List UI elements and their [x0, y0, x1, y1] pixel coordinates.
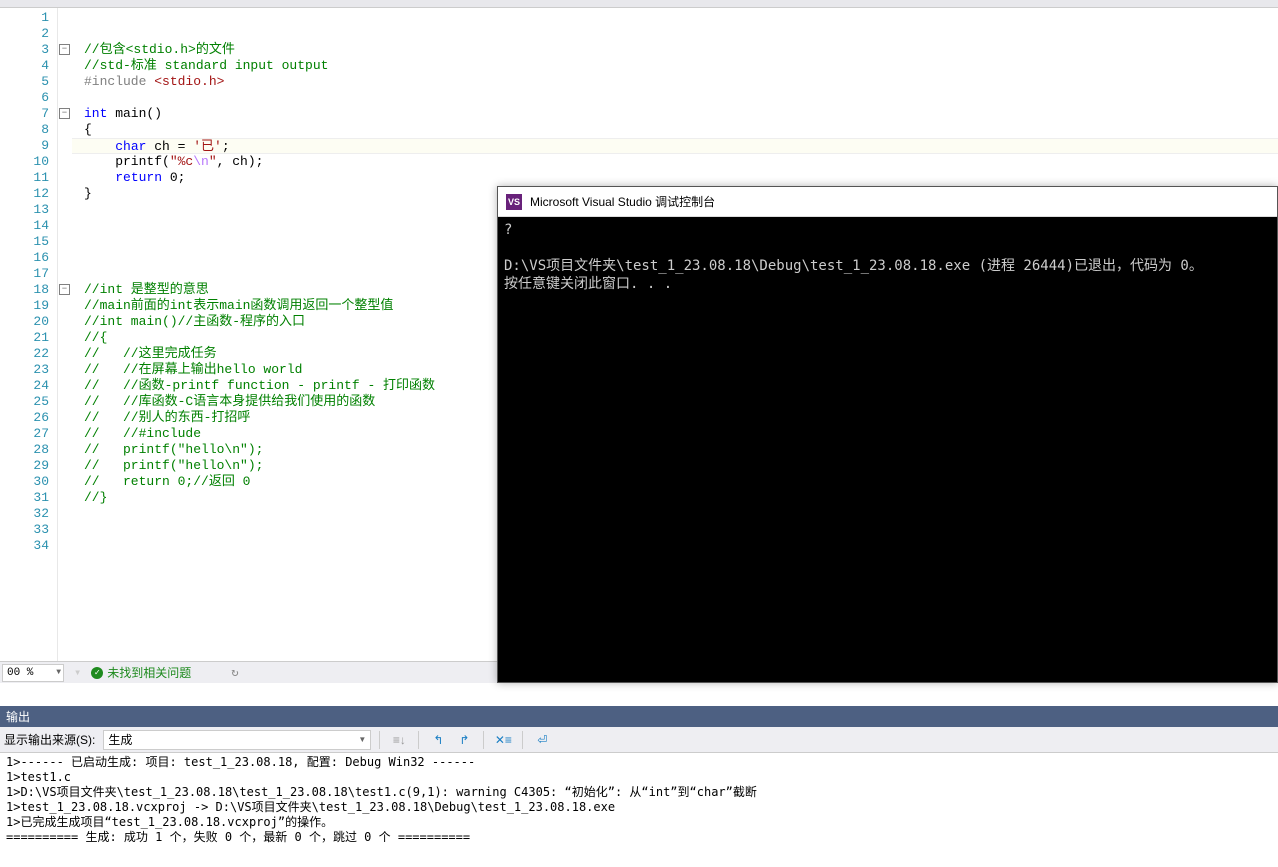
- line-number: 9: [0, 138, 49, 154]
- console-title-text: Microsoft Visual Studio 调试控制台: [530, 193, 715, 210]
- output-source-dropdown[interactable]: 生成 ▼: [103, 730, 371, 750]
- line-number: 27: [0, 426, 49, 442]
- line-number: 21: [0, 330, 49, 346]
- divider: ▾: [74, 665, 81, 680]
- fold-toggle[interactable]: −: [59, 284, 70, 295]
- line-number: 1: [0, 10, 49, 26]
- debug-console-window[interactable]: VS Microsoft Visual Studio 调试控制台 ? D:\VS…: [497, 186, 1278, 683]
- line-number: 24: [0, 378, 49, 394]
- check-icon: ✓: [91, 667, 103, 679]
- output-panel-title: 输出: [6, 708, 30, 725]
- line-number: 19: [0, 298, 49, 314]
- code-line[interactable]: #include <stdio.h>: [84, 74, 1278, 90]
- line-number: 18: [0, 282, 49, 298]
- code-line[interactable]: int main(): [84, 106, 1278, 122]
- output-source-label: 显示输出来源(S):: [4, 731, 95, 748]
- refresh-icon[interactable]: ↻: [231, 665, 238, 680]
- next-button[interactable]: ↱: [453, 730, 475, 750]
- code-line[interactable]: char ch = '已';: [72, 138, 1278, 154]
- line-number: 16: [0, 250, 49, 266]
- line-number: 8: [0, 122, 49, 138]
- output-text[interactable]: 1>------ 已启动生成: 项目: test_1_23.08.18, 配置:…: [0, 753, 1278, 847]
- line-number: 5: [0, 74, 49, 90]
- line-number: 17: [0, 266, 49, 282]
- zoom-dropdown[interactable]: 00 % ▼: [2, 664, 64, 682]
- fold-toggle[interactable]: −: [59, 108, 70, 119]
- output-panel-header[interactable]: 输出: [0, 706, 1278, 727]
- separator: [379, 731, 380, 749]
- fold-toggle[interactable]: −: [59, 44, 70, 55]
- output-toolbar: 显示输出来源(S): 生成 ▼ ≡↓ ↰ ↱ ✕≡ ⏎: [0, 727, 1278, 753]
- code-line[interactable]: [84, 10, 1278, 26]
- code-line[interactable]: printf("%c\n", ch);: [84, 154, 1278, 170]
- line-number: 14: [0, 218, 49, 234]
- problems-text: 未找到相关问题: [107, 664, 191, 681]
- console-output: ? D:\VS项目文件夹\test_1_23.08.18\Debug\test_…: [498, 217, 1277, 297]
- code-line[interactable]: [84, 26, 1278, 42]
- line-number: 6: [0, 90, 49, 106]
- line-number: 2: [0, 26, 49, 42]
- line-number: 23: [0, 362, 49, 378]
- separator: [418, 731, 419, 749]
- code-line[interactable]: //包含<stdio.h>的文件: [84, 42, 1278, 58]
- word-wrap-button[interactable]: ⏎: [531, 730, 553, 750]
- line-number: 11: [0, 170, 49, 186]
- line-number: 4: [0, 58, 49, 74]
- clear-all-button[interactable]: ✕≡: [492, 730, 514, 750]
- line-number: 26: [0, 410, 49, 426]
- zoom-value: 00 %: [7, 667, 33, 679]
- problems-status[interactable]: ✓ 未找到相关问题: [91, 664, 191, 681]
- line-number: 20: [0, 314, 49, 330]
- line-number: 22: [0, 346, 49, 362]
- line-number: 12: [0, 186, 49, 202]
- line-number: 31: [0, 490, 49, 506]
- line-number: 3: [0, 42, 49, 58]
- line-number: 28: [0, 442, 49, 458]
- line-number: 30: [0, 474, 49, 490]
- separator: [483, 731, 484, 749]
- code-line[interactable]: //std-标准 standard input output: [84, 58, 1278, 74]
- output-source-value: 生成: [108, 731, 132, 748]
- line-number: 33: [0, 522, 49, 538]
- line-number: 7: [0, 106, 49, 122]
- line-number: 13: [0, 202, 49, 218]
- vs-icon: VS: [506, 194, 522, 210]
- console-titlebar[interactable]: VS Microsoft Visual Studio 调试控制台: [498, 187, 1277, 217]
- line-number: 15: [0, 234, 49, 250]
- find-message-button[interactable]: ≡↓: [388, 730, 410, 750]
- line-number: 29: [0, 458, 49, 474]
- separator: [522, 731, 523, 749]
- editor-ruler: [0, 0, 1278, 8]
- chevron-down-icon: ▼: [358, 735, 366, 744]
- fold-column: − − −: [58, 8, 72, 683]
- code-line[interactable]: [84, 90, 1278, 106]
- line-number: 25: [0, 394, 49, 410]
- code-line[interactable]: return 0;: [84, 170, 1278, 186]
- chevron-down-icon: ▼: [56, 668, 61, 677]
- code-line[interactable]: {: [84, 122, 1278, 138]
- line-number: 10: [0, 154, 49, 170]
- line-number-gutter: 1234567891011121314151617181920212223242…: [0, 8, 58, 683]
- output-panel: 输出 显示输出来源(S): 生成 ▼ ≡↓ ↰ ↱ ✕≡ ⏎ 1>------ …: [0, 706, 1278, 867]
- line-number: 34: [0, 538, 49, 554]
- prev-button[interactable]: ↰: [427, 730, 449, 750]
- line-number: 32: [0, 506, 49, 522]
